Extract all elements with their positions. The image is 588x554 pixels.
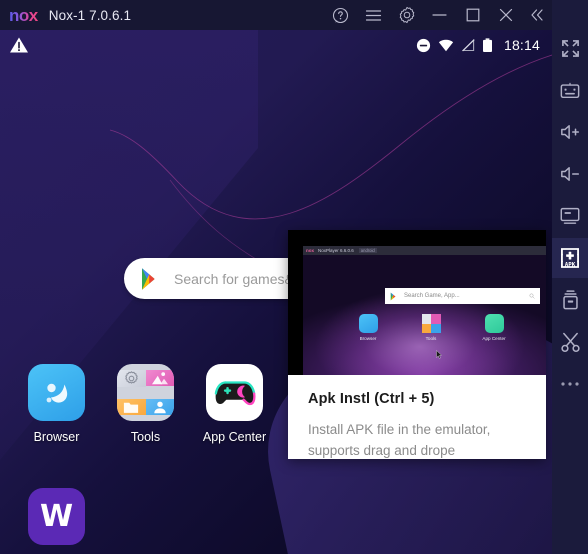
app-label: Tools	[130, 430, 161, 444]
apk-install-tooltip: nox NoxPlayer 6.6.0.6 android Search Gam…	[288, 230, 546, 459]
preview-title: NoxPlayer 6.6.0.6	[318, 248, 354, 253]
android-status-bar: 18:14	[0, 30, 552, 60]
preview-logo: nox	[306, 248, 315, 253]
status-icons: 18:14	[416, 37, 540, 53]
nox-logo: nox	[9, 5, 38, 25]
battery-full-icon	[482, 37, 492, 52]
preview-app: Browser	[353, 314, 383, 341]
warpcast-letter: W	[39, 498, 74, 534]
close-icon[interactable]	[489, 0, 522, 30]
sidebar-item-volume-up[interactable]	[552, 112, 588, 152]
sidebar-item-volume-down[interactable]	[552, 154, 588, 194]
browser-globe-icon	[28, 364, 85, 421]
preview-app: App Center	[479, 314, 509, 341]
volume-down-icon	[560, 167, 579, 181]
preview-titlebar: nox NoxPlayer 6.6.0.6 android	[303, 246, 546, 255]
preview-search-bar: Search Game, App...	[385, 288, 540, 304]
collapse-left-icon[interactable]	[522, 0, 552, 30]
wifi-icon	[438, 39, 454, 51]
preview-cursor-icon	[436, 350, 442, 359]
preview-app-label: Tools	[425, 336, 437, 341]
app-tools[interactable]: Tools	[101, 364, 190, 444]
tools-filemanager-icon	[117, 398, 146, 415]
sidebar-item-apk-install[interactable]: APK	[552, 238, 588, 278]
tools-gallery-icon	[145, 370, 174, 387]
nox-emulator-window: nox Nox-1 7.0.6.1 18:14 Search for games…	[0, 0, 588, 554]
preview-search-placeholder: Search Game, App...	[404, 293, 460, 299]
window-title: Nox-1 7.0.6.1	[48, 7, 132, 23]
preview-badge: android	[358, 248, 377, 253]
minimize-icon[interactable]	[423, 0, 456, 30]
preview-browser-icon	[358, 314, 378, 333]
clock: 18:14	[503, 37, 540, 53]
preview-tools-icon	[421, 314, 441, 333]
sidebar-item-screenshot[interactable]	[552, 322, 588, 362]
settings-gear-icon[interactable]	[390, 0, 423, 30]
shake-icon	[562, 290, 578, 310]
tools-contacts-icon	[145, 398, 174, 415]
scissors-icon	[560, 332, 580, 352]
app-warpcast[interactable]: W Warpcast	[12, 488, 101, 554]
preview-emulator-screen: nox NoxPlayer 6.6.0.6 android Search Gam…	[303, 246, 546, 375]
app-label: App Center	[202, 430, 267, 444]
preview-app-grid: Browser Tools App Center	[353, 314, 546, 341]
more-icon	[561, 382, 579, 386]
sidebar-item-display[interactable]	[552, 196, 588, 236]
display-icon	[560, 207, 580, 224]
android-screen[interactable]: 18:14 Search for games&app... Browser To…	[0, 30, 552, 554]
app-browser[interactable]: Browser	[12, 364, 101, 444]
sidebar-item-fullscreen[interactable]	[552, 28, 588, 68]
maximize-icon[interactable]	[456, 0, 489, 30]
preview-app-label: App Center	[482, 336, 506, 341]
preview-search-icon	[529, 293, 535, 299]
do-not-disturb-icon	[416, 38, 431, 52]
preview-app-label: Browser	[359, 336, 377, 341]
preview-app: Media Center	[542, 314, 546, 341]
tooltip-text: Apk Instl (Ctrl + 5) Install APK file in…	[288, 375, 546, 459]
help-icon[interactable]	[324, 0, 357, 30]
apk-install-icon: APK	[561, 248, 579, 269]
menu-icon[interactable]	[357, 0, 390, 30]
tools-folder-icon	[117, 364, 174, 421]
sidebar-item-more[interactable]	[552, 364, 588, 404]
preview-app: Tools	[416, 314, 446, 341]
fullscreen-icon	[561, 39, 579, 57]
tooltip-title: Apk Instl (Ctrl + 5)	[308, 391, 435, 407]
svg-text:APK: APK	[565, 263, 576, 269]
tooltip-description: Install APK file in the emulator, suppor…	[308, 422, 491, 458]
tooltip-preview-image: nox NoxPlayer 6.6.0.6 android Search Gam…	[288, 230, 546, 375]
app-app-center[interactable]: App Center	[190, 364, 279, 444]
warning-triangle-icon	[10, 37, 28, 53]
keyboard-icon	[560, 82, 580, 98]
preview-appcenter-icon	[484, 314, 504, 333]
app-label: Browser	[33, 430, 80, 444]
emulator-toolbar: APK	[552, 0, 588, 554]
app-row-2: W Warpcast	[0, 488, 552, 554]
tools-gear-icon	[117, 369, 146, 387]
google-play-icon	[142, 267, 155, 290]
window-titlebar: nox Nox-1 7.0.6.1	[0, 0, 552, 30]
sidebar-item-keyboard[interactable]	[552, 70, 588, 110]
window-controls	[324, 0, 552, 30]
preview-google-play-icon	[390, 292, 396, 300]
warpcast-icon: W	[28, 488, 85, 545]
volume-up-icon	[560, 125, 579, 139]
signal-off-icon	[461, 38, 475, 51]
sidebar-item-shake[interactable]	[552, 280, 588, 320]
gamepad-icon	[206, 364, 263, 421]
